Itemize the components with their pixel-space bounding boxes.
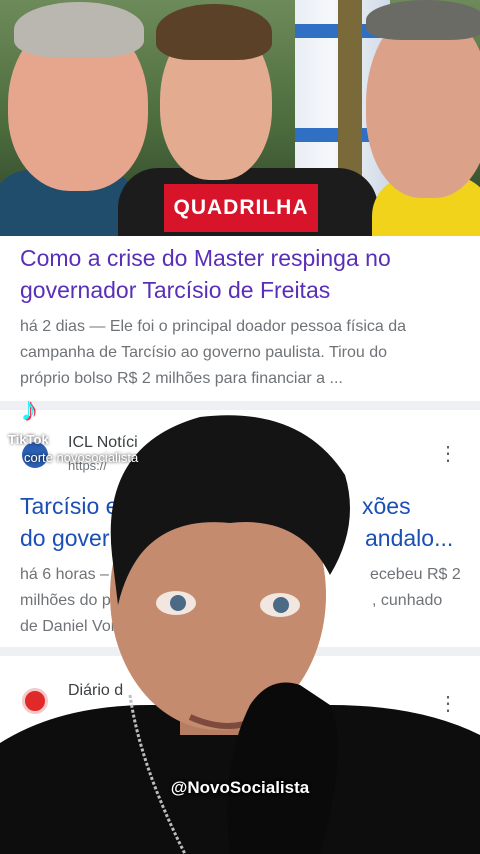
tiktok-username: corte novosocialista [24,450,139,465]
person-middle-hair [156,4,272,60]
search-result-1[interactable]: Como a crise do Master respinga no gover… [0,236,480,401]
headline-badge: QUADRILHA [164,184,318,232]
person-left-hair [14,2,144,57]
result-title-line[interactable]: Como a crise do Master respinga no [20,242,391,274]
result-snippet-line: há 2 dias — Ele foi o principal doador p… [20,318,407,335]
tiktok-logo-icon: ♪ [20,390,37,428]
presenter-pupil [170,595,186,611]
result-snippet-line: campanha de Tarcísio ao governo paulista… [20,344,388,361]
tiktok-brand: TikTok [8,432,49,447]
presenter-pupil [273,597,289,613]
result-snippet-line: próprio bolso R$ 2 milhões para financia… [20,370,343,387]
channel-handle: @NovoSocialista [170,778,310,797]
result-title-line[interactable]: governador Tarcísio de Freitas [20,274,330,306]
person-right-hair [366,0,480,40]
